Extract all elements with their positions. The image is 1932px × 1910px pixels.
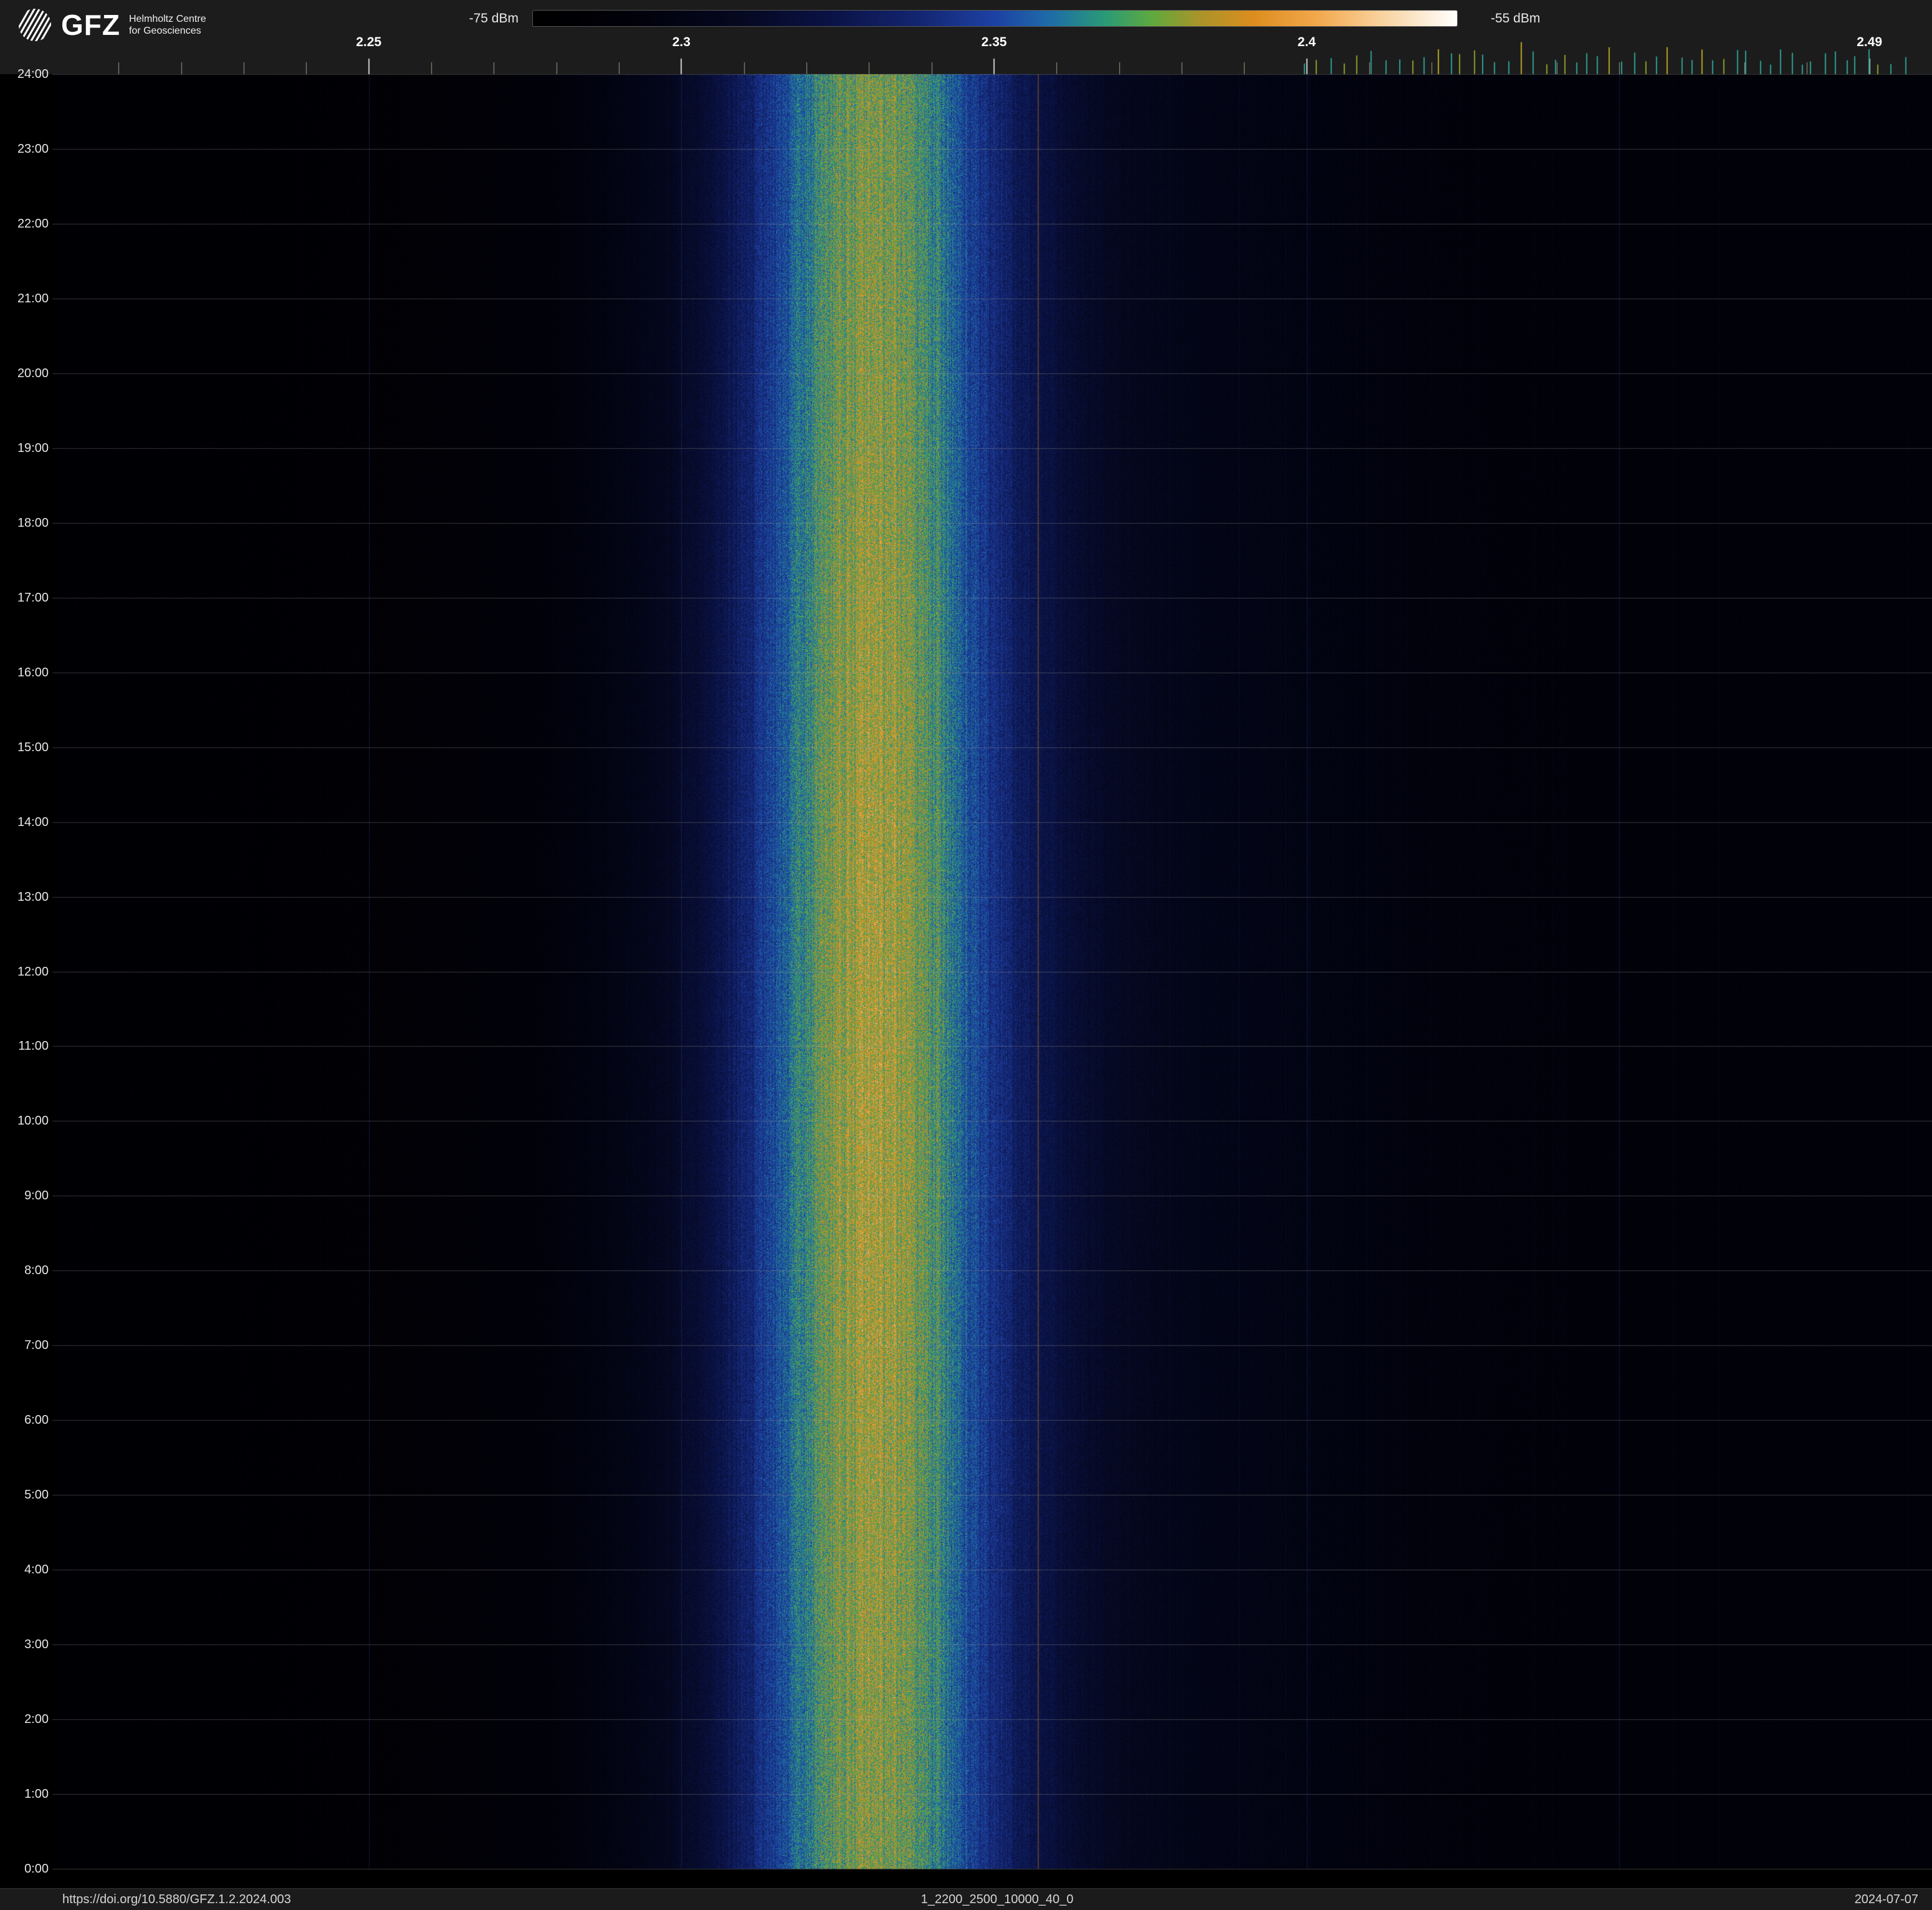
freq-tick-label: 2.3 <box>644 35 719 50</box>
doi-link[interactable]: https://doi.org/10.5880/GFZ.1.2.2024.003 <box>62 1893 291 1907</box>
gfz-logo-icon <box>17 7 52 42</box>
footer-date: 2024-07-07 <box>1855 1893 1918 1907</box>
gfz-logo: GFZ Helmholtz Centre for Geosciences <box>17 7 206 42</box>
overlay-layer: GFZ Helmholtz Centre for Geosciences -75… <box>0 0 1932 1910</box>
time-tick-label: 8:00 <box>1 1264 49 1278</box>
time-tick-label: 22:00 <box>1 217 49 231</box>
time-tick-label: 5:00 <box>1 1488 49 1502</box>
colorbar-min-label: -75 dBm <box>386 11 519 26</box>
time-tick-label: 17:00 <box>1 591 49 605</box>
time-tick-label: 11:00 <box>1 1039 49 1053</box>
time-tick-label: 12:00 <box>1 965 49 979</box>
time-tick-label: 14:00 <box>1 815 49 830</box>
time-tick-label: 1:00 <box>1 1787 49 1802</box>
gfz-logo-text: GFZ <box>61 8 120 42</box>
gfz-logo-subtitle-line1: Helmholtz Centre <box>129 14 206 24</box>
time-tick-label: 13:00 <box>1 890 49 905</box>
freq-tick-label: 2.4 <box>1270 35 1344 50</box>
freq-tick-label: 2.49 <box>1832 35 1907 50</box>
time-tick-label: 9:00 <box>1 1189 49 1203</box>
freq-tick-label: 2.25 <box>332 35 406 50</box>
colorbar-max-label: -55 dBm <box>1491 11 1628 26</box>
time-tick-label: 3:00 <box>1 1638 49 1652</box>
time-tick-label: 10:00 <box>1 1114 49 1128</box>
freq-tick-label: 2.35 <box>957 35 1031 50</box>
time-tick-label: 24:00 <box>1 67 49 82</box>
spectrogram-page: GFZ Helmholtz Centre for Geosciences -75… <box>0 0 1932 1910</box>
footer-bar: https://doi.org/10.5880/GFZ.1.2.2024.003… <box>0 1888 1932 1910</box>
time-tick-label: 18:00 <box>1 516 49 530</box>
gfz-logo-subtitle: Helmholtz Centre for Geosciences <box>129 13 206 37</box>
time-tick-label: 6:00 <box>1 1413 49 1428</box>
time-tick-label: 21:00 <box>1 292 49 306</box>
time-tick-label: 7:00 <box>1 1338 49 1353</box>
time-tick-label: 16:00 <box>1 666 49 680</box>
time-tick-label: 2:00 <box>1 1712 49 1727</box>
dataset-filename: 1_2200_2500_10000_40_0 <box>921 1893 1074 1907</box>
time-tick-label: 0:00 <box>1 1862 49 1876</box>
time-tick-label: 4:00 <box>1 1563 49 1577</box>
time-tick-label: 23:00 <box>1 142 49 156</box>
time-tick-label: 15:00 <box>1 741 49 755</box>
gfz-logo-subtitle-line2: for Geosciences <box>129 26 201 36</box>
time-tick-label: 19:00 <box>1 441 49 456</box>
time-tick-label: 20:00 <box>1 367 49 381</box>
colorbar <box>532 10 1458 27</box>
